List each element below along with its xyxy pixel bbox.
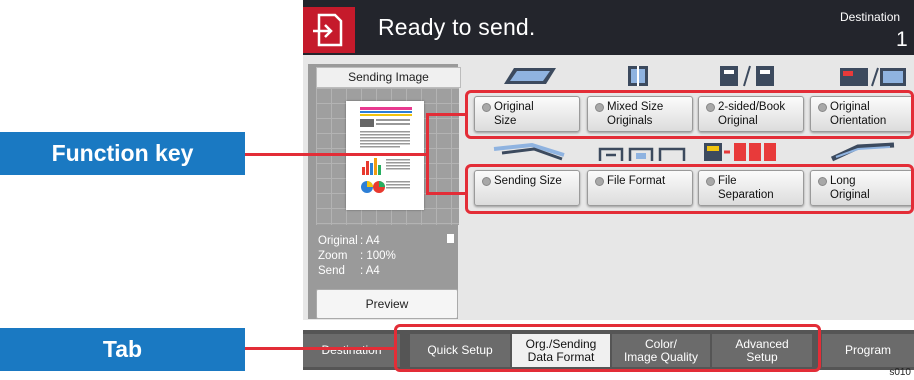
mixed-size-icon <box>624 64 654 93</box>
figure-code: s010 <box>889 367 911 378</box>
function-key-bracket-line <box>426 113 429 195</box>
function-key-bracket-top <box>426 113 466 116</box>
orientation-icon <box>838 64 908 93</box>
status-title: Ready to send. <box>378 14 536 40</box>
function-keys-row2-highlight <box>465 164 914 214</box>
destination-label: Destination <box>840 10 901 24</box>
tab-program[interactable]: Program <box>822 334 914 367</box>
tab-destination[interactable]: Destination <box>303 334 400 367</box>
destination-count[interactable]: 1 <box>896 28 908 52</box>
preview-button[interactable]: Preview <box>316 289 458 319</box>
function-key-bracket-bottom <box>426 192 466 195</box>
two-sided-icon <box>718 64 778 93</box>
info-zoom: Zoom: 100% <box>318 250 396 262</box>
info-original: Original: A4 <box>318 235 380 247</box>
function-key-pointer-line <box>245 153 428 156</box>
tab-pointer-line <box>245 347 395 350</box>
tab-callout: Tab <box>0 328 245 371</box>
tabs-highlight <box>394 324 821 372</box>
send-icon <box>303 7 355 53</box>
preview-title: Sending Image <box>316 67 461 88</box>
function-key-callout: Function key <box>0 132 245 175</box>
original-size-icon <box>500 64 560 93</box>
info-send: Send: A4 <box>318 265 380 277</box>
page-icon <box>447 234 454 243</box>
function-keys-row1-highlight <box>465 90 914 139</box>
